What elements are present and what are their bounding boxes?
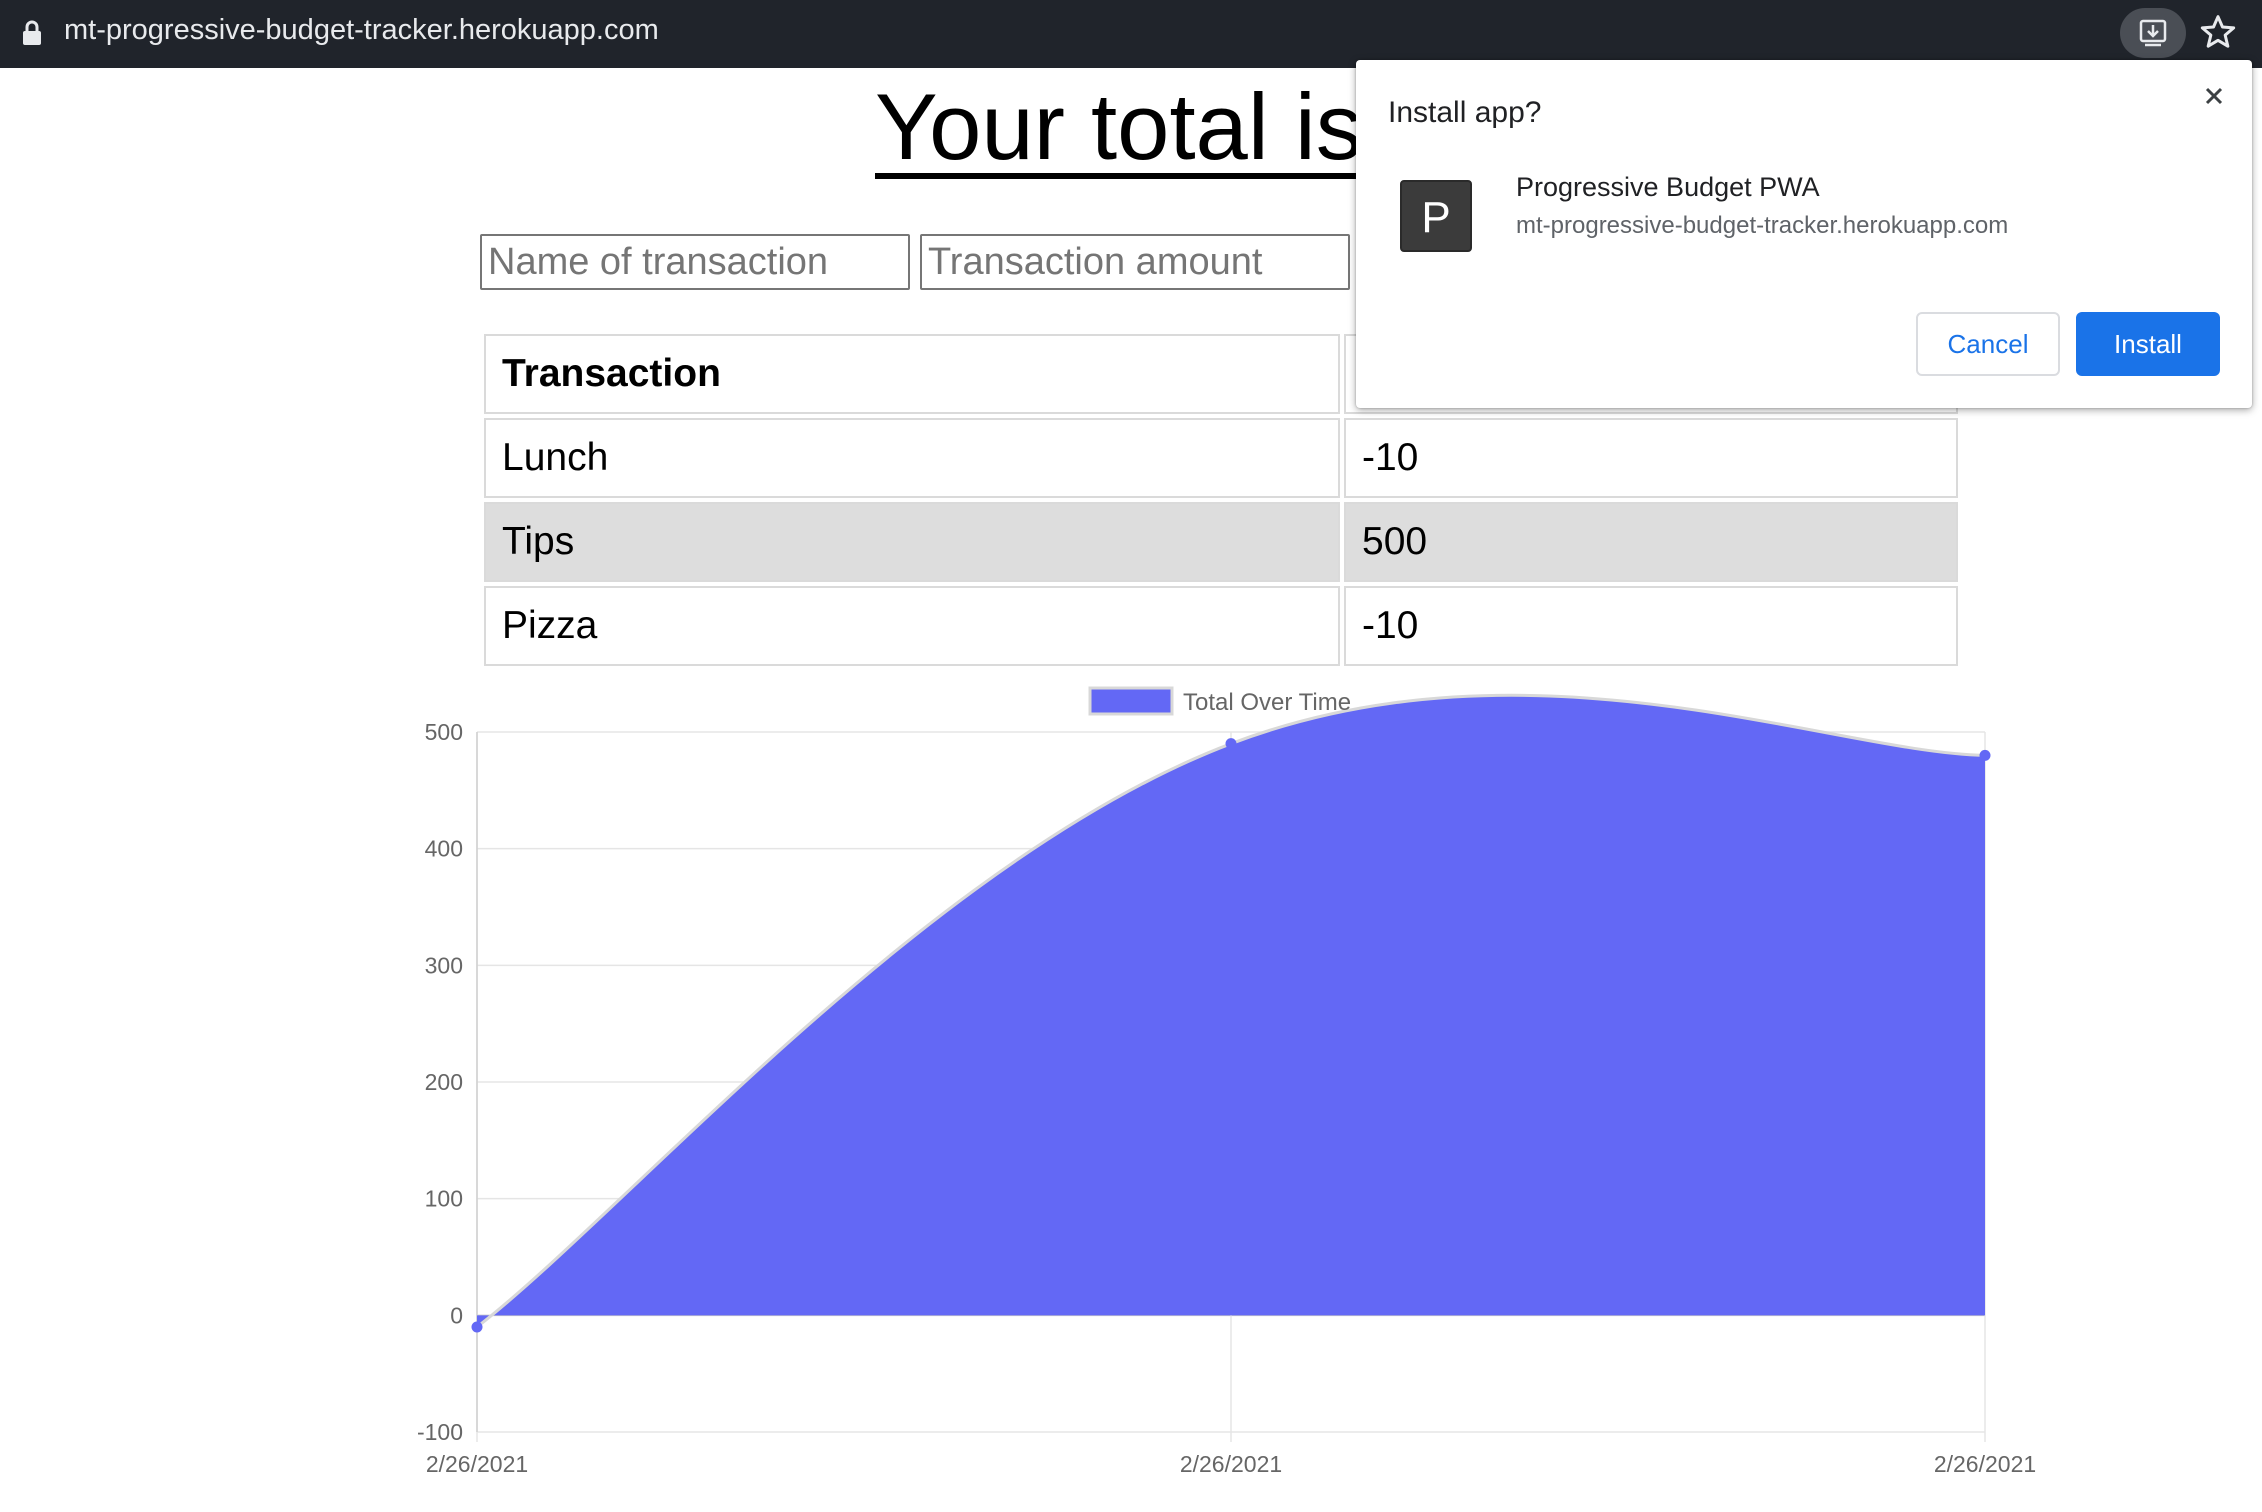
transaction-name-input[interactable]	[480, 234, 910, 290]
data-point	[1225, 738, 1237, 750]
area-fill	[477, 695, 1985, 1327]
install-app-icon	[2139, 19, 2167, 47]
dialog-title: Install app?	[1388, 96, 1542, 129]
y-tick-label: 200	[425, 1069, 463, 1095]
transaction-amount-input[interactable]	[920, 234, 1350, 290]
cancel-button[interactable]: Cancel	[1916, 312, 2060, 376]
y-tick-label: 100	[425, 1186, 463, 1212]
install-app-button[interactable]	[2120, 8, 2186, 58]
y-tick-label: 0	[450, 1302, 463, 1328]
legend-label: Total Over Time	[1183, 689, 1351, 716]
transaction-amount-cell: -10	[1344, 586, 1958, 666]
transaction-amount-cell: -10	[1344, 418, 1958, 498]
x-tick-label: 2/26/2021	[1934, 1451, 2036, 1477]
browser-toolbar: mt-progressive-budget-tracker.herokuapp.…	[0, 0, 2262, 68]
bookmark-star-icon[interactable]	[2198, 12, 2238, 52]
transaction-name-cell: Tips	[484, 502, 1340, 582]
x-tick-label: 2/26/2021	[426, 1451, 528, 1477]
transaction-amount-cell: 500	[1344, 502, 1958, 582]
app-icon: P	[1400, 180, 1472, 252]
data-point	[1979, 749, 1991, 761]
y-tick-label: 300	[425, 952, 463, 978]
app-name: Progressive Budget PWA	[1516, 172, 1820, 202]
install-app-dialog: Install app? P Progressive Budget PWA mt…	[1356, 60, 2252, 408]
table-header-transaction: Transaction	[484, 334, 1340, 414]
table-row: Pizza -10	[484, 586, 1958, 666]
total-over-time-chart: 500 400 300 200 100 0 -100 2/26/2021 2/26/2021 2/…	[417, 686, 2036, 1477]
y-tick-label: 500	[425, 719, 463, 745]
transaction-name-cell: Lunch	[484, 418, 1340, 498]
y-tick-label: -100	[417, 1419, 463, 1445]
data-point	[471, 1321, 483, 1333]
close-icon[interactable]	[2194, 76, 2234, 116]
y-tick-label: 400	[425, 836, 463, 862]
transaction-name-cell: Pizza	[484, 586, 1340, 666]
page-title: Your total is:	[875, 74, 1389, 179]
table-row: Tips 500	[484, 502, 1958, 582]
lock-icon[interactable]	[22, 20, 42, 46]
legend-swatch	[1088, 686, 1174, 716]
x-tick-label: 2/26/2021	[1180, 1451, 1282, 1477]
install-button[interactable]: Install	[2076, 312, 2220, 376]
app-origin: mt-progressive-budget-tracker.herokuapp.…	[1516, 212, 2009, 239]
table-row: Lunch -10	[484, 418, 1958, 498]
address-bar-url[interactable]: mt-progressive-budget-tracker.herokuapp.…	[64, 14, 659, 47]
